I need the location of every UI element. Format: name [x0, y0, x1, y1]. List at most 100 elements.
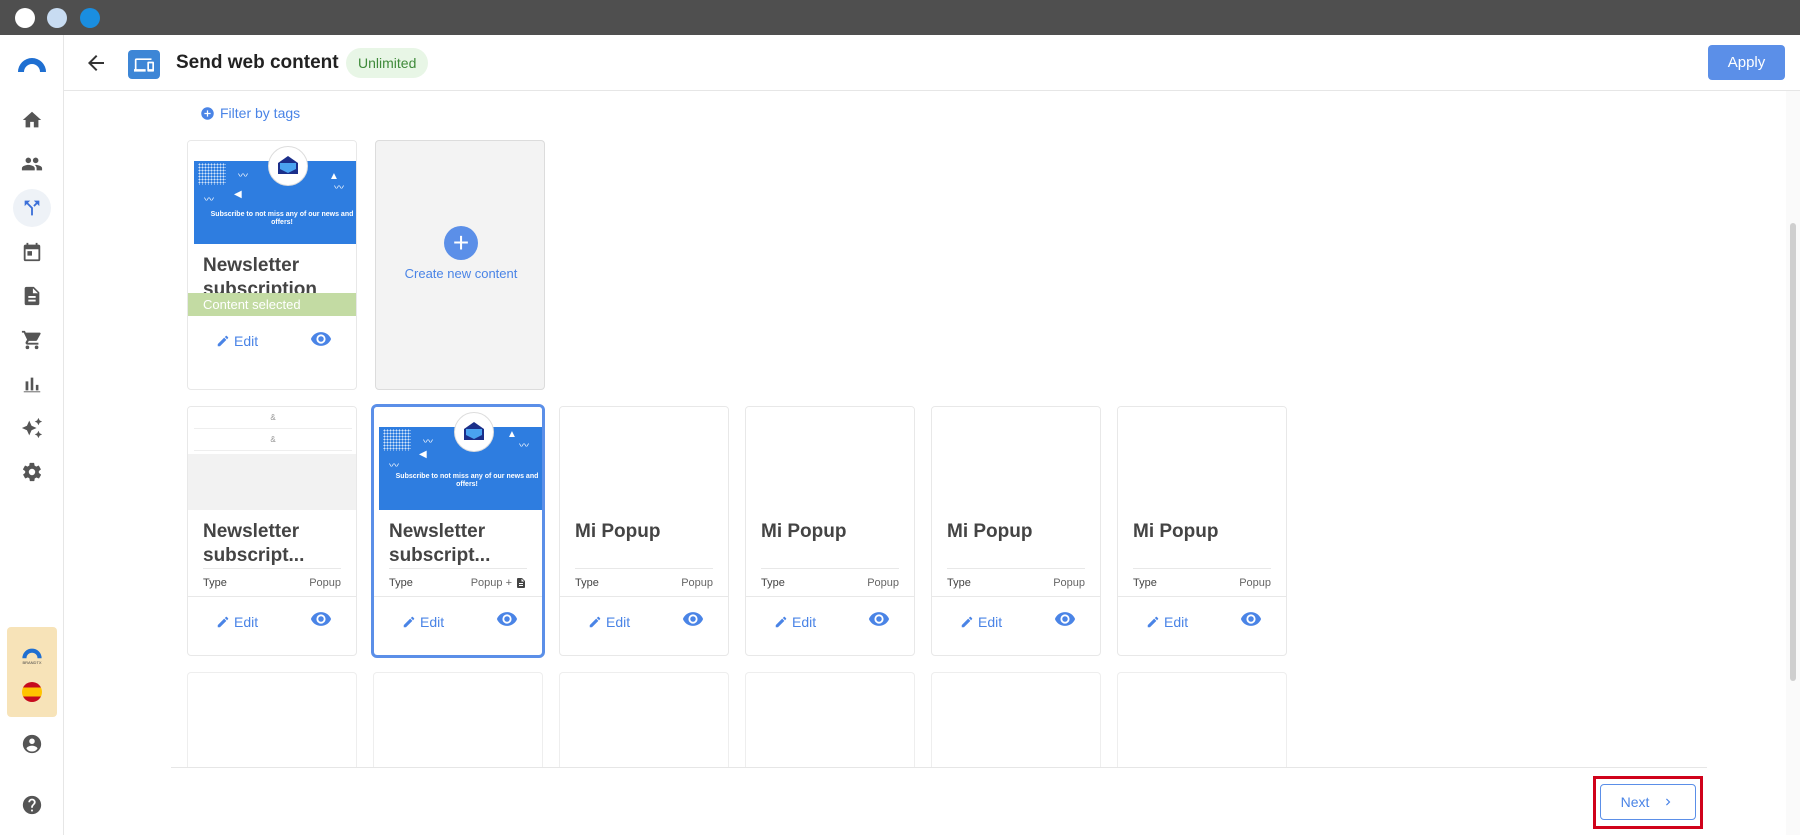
card-thumbnail	[932, 407, 1100, 510]
type-value: Popup	[1053, 576, 1085, 589]
create-new-content-card[interactable]: + Create new content	[375, 140, 545, 390]
footer	[64, 768, 1786, 835]
window-minimize-button[interactable]	[47, 8, 67, 28]
brand-logo-icon	[21, 645, 43, 659]
content-card-partial[interactable]	[559, 672, 729, 768]
vertical-scrollbar[interactable]	[1786, 91, 1800, 835]
pencil-icon	[403, 616, 415, 627]
banner-text: Subscribe to not miss any of our news an…	[395, 473, 539, 488]
content-card[interactable]: Mi Popup Type Popup Edit	[931, 406, 1101, 656]
filter-by-tags-link[interactable]: Filter by tags	[200, 105, 300, 121]
content-card[interactable]: Mi Popup Type Popup Edit	[1117, 406, 1287, 656]
banner-text: Subscribe to not miss any of our news an…	[210, 211, 354, 226]
preview-eye-icon[interactable]	[310, 328, 332, 355]
edit-button[interactable]: Edit	[216, 614, 258, 630]
content-card[interactable]: 〰 ▲ 〰 〰 ◀ Subscribe to not miss any of o…	[187, 140, 357, 390]
type-label: Type	[575, 576, 599, 589]
edit-button[interactable]: Edit	[1146, 614, 1188, 630]
preview-eye-icon[interactable]	[310, 608, 332, 635]
next-label: Next	[1620, 794, 1650, 810]
card-thumbnail: 〰 ▲ 〰 〰 ◀ Subscribe to not miss any of o…	[188, 141, 356, 244]
card-thumbnail	[1118, 407, 1286, 510]
envelope-icon	[454, 412, 494, 452]
preview-eye-icon[interactable]	[1240, 608, 1262, 635]
edit-label: Edit	[606, 613, 631, 630]
next-button[interactable]: Next	[1600, 784, 1696, 820]
preview-eye-icon[interactable]	[1054, 608, 1076, 635]
back-arrow-icon[interactable]	[84, 51, 108, 75]
preview-eye-icon[interactable]	[682, 608, 704, 635]
ai-sparkle-icon[interactable]	[20, 416, 44, 440]
type-label: Type	[389, 576, 413, 589]
scrollbar-thumb[interactable]	[1790, 223, 1796, 681]
page-title: Send web content	[176, 52, 339, 73]
pencil-icon	[775, 616, 787, 627]
plus-icon: +	[444, 226, 478, 260]
document-icon[interactable]	[20, 284, 44, 308]
content-card-partial[interactable]	[373, 672, 543, 768]
content-card-selected[interactable]: 〰 ▲ 〰 〰 ◀ Subscribe to not miss any of o…	[371, 404, 545, 658]
content-card-partial[interactable]	[931, 672, 1101, 768]
add-circle-icon	[201, 106, 214, 120]
card-thumbnail	[560, 407, 728, 510]
card-title: Mi Popup	[761, 521, 847, 542]
edit-label: Edit	[234, 613, 259, 630]
edit-button[interactable]: Edit	[588, 614, 630, 630]
type-value: Popup	[309, 576, 341, 589]
sidebar: BRANDTX	[0, 35, 64, 835]
edit-button[interactable]: Edit	[216, 333, 258, 349]
card-thumbnail: & &	[188, 407, 356, 510]
preview-eye-icon[interactable]	[868, 608, 890, 635]
type-value: Popup	[1239, 576, 1271, 589]
user-account-icon[interactable]	[20, 732, 44, 756]
document-icon	[517, 577, 525, 588]
card-thumbnail: 〰 ▲ 〰 〰 ◀ Subscribe to not miss any of o…	[374, 407, 542, 510]
contacts-icon[interactable]	[20, 152, 44, 176]
automation-icon[interactable]	[13, 189, 51, 227]
type-label: Type	[947, 576, 971, 589]
edit-label: Edit	[420, 613, 445, 630]
preview-eye-icon[interactable]	[496, 608, 518, 635]
edit-label: Edit	[1164, 613, 1189, 630]
content-card-partial[interactable]	[745, 672, 915, 768]
type-value: Popup	[681, 576, 713, 589]
chevron-right-icon	[1666, 798, 1671, 806]
window-maximize-button[interactable]	[80, 8, 100, 28]
calendar-icon[interactable]	[20, 240, 44, 264]
page-header: Send web content Unlimited Apply	[64, 35, 1800, 91]
account-switcher[interactable]: BRANDTX	[7, 627, 57, 717]
edit-label: Edit	[234, 333, 259, 349]
card-title: Newsletter subscription [2]	[203, 255, 318, 293]
pencil-icon	[217, 335, 229, 347]
pencil-icon	[961, 616, 973, 627]
window-close-button[interactable]	[15, 8, 35, 28]
content-card[interactable]: Mi Popup Type Popup Edit	[745, 406, 915, 656]
content-selected-status: Content selected	[188, 293, 356, 316]
cart-icon[interactable]	[20, 328, 44, 352]
content-card-partial[interactable]	[1117, 672, 1287, 768]
reports-icon[interactable]	[20, 372, 44, 396]
content-card[interactable]: Mi Popup Type Popup Edit	[559, 406, 729, 656]
type-value: Popup	[867, 576, 899, 589]
home-icon[interactable]	[20, 108, 44, 132]
card-title: Mi Popup	[1133, 521, 1219, 542]
type-label: Type	[761, 576, 785, 589]
footer-divider	[171, 767, 1707, 768]
plan-badge: Unlimited	[346, 48, 429, 78]
edit-button[interactable]: Edit	[960, 614, 1002, 630]
apply-button[interactable]: Apply	[1708, 45, 1785, 80]
spain-flag-icon	[22, 682, 42, 702]
content-card[interactable]: & & Newsletter subscript... Type Popup E…	[187, 406, 357, 656]
settings-icon[interactable]	[20, 460, 44, 484]
content-card-partial[interactable]	[187, 672, 357, 768]
card-title: Mi Popup	[947, 521, 1033, 542]
edit-button[interactable]: Edit	[774, 614, 816, 630]
edit-button[interactable]: Edit	[402, 614, 444, 630]
type-label: Type	[1133, 576, 1157, 589]
brand-text: BRANDTX	[22, 660, 42, 665]
envelope-icon	[268, 146, 308, 186]
help-icon[interactable]	[20, 793, 44, 817]
app-logo-icon[interactable]	[16, 54, 48, 72]
type-value: Popup +	[470, 576, 512, 589]
card-thumbnail	[746, 407, 914, 510]
